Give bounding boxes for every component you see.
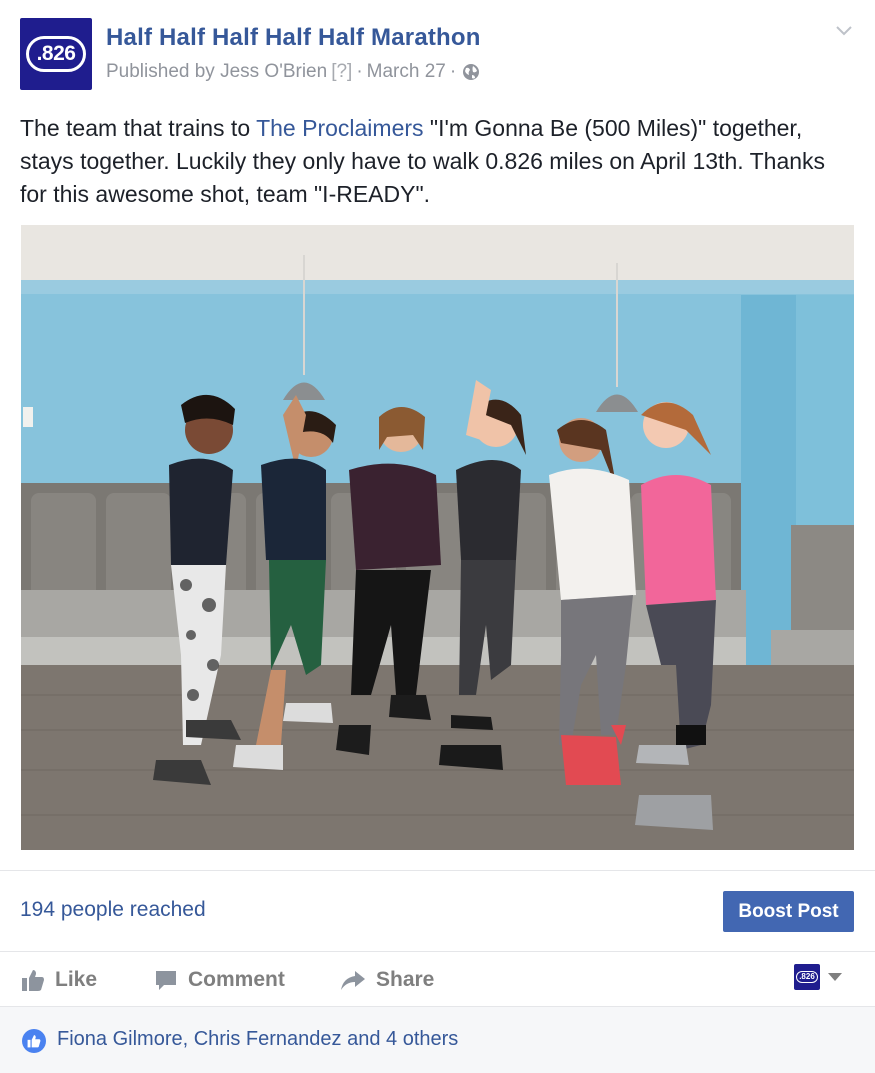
comment-label: Comment (188, 968, 285, 991)
reactions-summary-link[interactable]: Fiona Gilmore, Chris Fernandez and 4 oth… (57, 1028, 458, 1051)
caret-down-icon (828, 973, 842, 981)
like-label: Like (55, 968, 98, 991)
share-arrow-icon (341, 971, 365, 990)
help-marker[interactable]: [?] (331, 61, 352, 83)
proclaimers-page-link[interactable]: The Proclaimers (256, 115, 423, 141)
share-action-button[interactable]: Share (340, 964, 434, 996)
share-label: Share (376, 968, 435, 991)
post-photo[interactable] (21, 225, 854, 850)
page-avatar[interactable]: .826 (20, 18, 92, 90)
comment-action-button[interactable]: Comment (154, 964, 285, 996)
page-avatar-logo: .826 (26, 36, 86, 72)
published-by-text[interactable]: Published by Jess O'Brien (106, 61, 327, 83)
act-as-page-selector[interactable]: .826 (794, 964, 842, 990)
page-mini-logo: .826 (796, 971, 818, 983)
post-message: The team that trains to The Proclaimers … (20, 112, 850, 211)
post-meta: Published by Jess O'Brien [?] · March 27… (106, 61, 480, 83)
globe-icon[interactable] (462, 63, 480, 81)
thumbs-up-icon (27, 1035, 41, 1048)
team-photo-illustration (21, 225, 854, 850)
meta-separator: · (449, 61, 457, 82)
page-name-link[interactable]: Half Half Half Half Half Marathon (106, 24, 481, 52)
comment-bubble-icon (156, 971, 176, 990)
chevron-down-icon[interactable] (834, 24, 854, 38)
post-text-part: The team that trains to (20, 115, 257, 141)
like-reaction-icon[interactable] (22, 1029, 46, 1053)
page-mini-avatar: .826 (794, 964, 820, 990)
thumbs-up-icon (22, 970, 44, 991)
meta-separator: · (356, 61, 363, 82)
divider (0, 951, 875, 952)
reactions-footer: Fiona Gilmore, Chris Fernandez and 4 oth… (0, 1006, 875, 1073)
divider (0, 870, 875, 871)
boost-post-button[interactable]: Boost Post (723, 891, 854, 932)
like-action-button[interactable]: Like (21, 964, 97, 996)
people-reached-link[interactable]: 194 people reached (20, 898, 206, 922)
facebook-post-card: .826 Half Half Half Half Half Marathon P… (0, 0, 875, 1073)
post-date-link[interactable]: March 27 (367, 61, 446, 83)
